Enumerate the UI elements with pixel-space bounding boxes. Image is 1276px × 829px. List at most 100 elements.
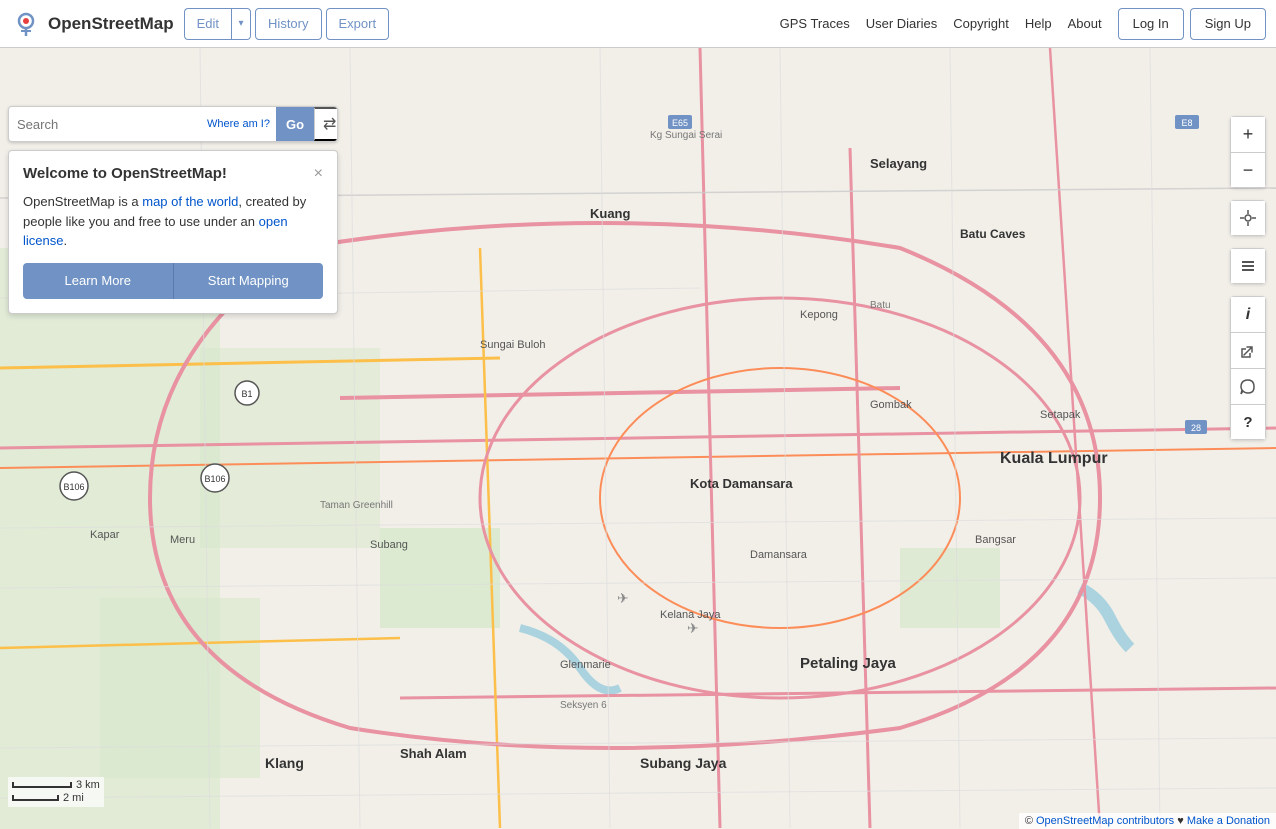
learn-more-button[interactable]: Learn More xyxy=(23,263,173,299)
search-input[interactable] xyxy=(9,107,201,141)
where-am-i-link[interactable]: Where am I? xyxy=(201,118,276,130)
start-mapping-button[interactable]: Start Mapping xyxy=(173,263,324,299)
attribution-separator: ♥ xyxy=(1177,815,1187,827)
scale-mi-label: 2 mi xyxy=(63,792,84,804)
svg-text:28: 28 xyxy=(1191,423,1201,433)
svg-text:Setapak: Setapak xyxy=(1040,409,1081,421)
gps-button[interactable] xyxy=(1230,200,1266,236)
gps-icon xyxy=(1239,209,1257,227)
gps-control xyxy=(1230,200,1266,236)
layers-button[interactable] xyxy=(1230,248,1266,284)
signup-button[interactable]: Sign Up xyxy=(1190,8,1266,40)
scale-mi-marker xyxy=(12,795,59,801)
svg-text:Kuang: Kuang xyxy=(590,206,631,221)
scale-km: 3 km xyxy=(12,779,100,791)
auth-buttons: Log In Sign Up xyxy=(1118,8,1266,40)
navbar: OpenStreetMap Edit ▾ History Export GPS … xyxy=(0,0,1276,48)
zoom-controls: + − xyxy=(1230,116,1266,188)
export-button[interactable]: Export xyxy=(326,8,390,40)
svg-text:Gombak: Gombak xyxy=(870,399,912,411)
welcome-title: Welcome to OpenStreetMap! xyxy=(23,165,227,182)
svg-text:B1: B1 xyxy=(241,389,252,399)
osm-contributors-link[interactable]: OpenStreetMap contributors xyxy=(1036,815,1174,827)
svg-text:Taman Greenhill: Taman Greenhill xyxy=(320,500,393,511)
donate-link[interactable]: Make a Donation xyxy=(1187,815,1270,827)
map-container[interactable]: Kuang Selayang Kuala Lumpur Kota Damansa… xyxy=(0,48,1276,829)
chevron-down-icon: ▾ xyxy=(239,18,244,29)
scale-km-label: 3 km xyxy=(76,779,100,791)
osm-logo-icon xyxy=(10,8,42,40)
svg-text:✈: ✈ xyxy=(687,620,699,636)
svg-text:✈: ✈ xyxy=(617,590,629,606)
edit-dropdown-button[interactable]: ▾ xyxy=(231,8,251,40)
share-button[interactable] xyxy=(1230,332,1266,368)
svg-text:E8: E8 xyxy=(1181,118,1192,128)
svg-text:Bangsar: Bangsar xyxy=(975,534,1016,546)
svg-text:Seksyen 6: Seksyen 6 xyxy=(560,700,607,711)
svg-text:Subang: Subang xyxy=(370,539,408,551)
svg-text:Meru: Meru xyxy=(170,534,195,546)
site-title: OpenStreetMap xyxy=(48,14,174,34)
note-icon xyxy=(1240,379,1256,395)
note-button[interactable] xyxy=(1230,368,1266,404)
svg-text:Shah Alam: Shah Alam xyxy=(400,746,467,761)
welcome-panel: Welcome to OpenStreetMap! × OpenStreetMa… xyxy=(8,150,338,314)
svg-text:Kuala Lumpur: Kuala Lumpur xyxy=(1000,450,1108,467)
edit-button[interactable]: Edit xyxy=(184,8,231,40)
go-button[interactable]: Go xyxy=(276,107,314,141)
svg-text:Glenmarie: Glenmarie xyxy=(560,659,611,671)
zoom-out-button[interactable]: − xyxy=(1230,152,1266,188)
attribution-bar: © OpenStreetMap contributors ♥ Make a Do… xyxy=(1019,813,1276,829)
welcome-close-button[interactable]: × xyxy=(314,166,323,182)
help-button[interactable]: ? xyxy=(1230,404,1266,440)
svg-text:Kota Damansara: Kota Damansara xyxy=(690,476,793,491)
nav-link-help[interactable]: Help xyxy=(1025,16,1052,31)
svg-text:Klang: Klang xyxy=(265,755,304,771)
scale-km-marker xyxy=(12,782,72,788)
welcome-header: Welcome to OpenStreetMap! × xyxy=(23,165,323,182)
nav-link-user-diaries[interactable]: User Diaries xyxy=(866,16,938,31)
welcome-map-link[interactable]: map of the world xyxy=(142,194,238,209)
svg-text:B106: B106 xyxy=(63,482,84,492)
nav-link-copyright[interactable]: Copyright xyxy=(953,16,1009,31)
nav-right: GPS Traces User Diaries Copyright Help A… xyxy=(780,8,1266,40)
directions-icon: ⇄ xyxy=(323,114,336,134)
directions-button[interactable]: ⇄ xyxy=(314,107,338,141)
welcome-buttons: Learn More Start Mapping xyxy=(23,263,323,299)
zoom-in-button[interactable]: + xyxy=(1230,116,1266,152)
svg-text:Petaling Jaya: Petaling Jaya xyxy=(800,655,897,672)
scale-mi: 2 mi xyxy=(12,792,100,804)
logo-area[interactable]: OpenStreetMap xyxy=(10,8,174,40)
edit-group: Edit ▾ History Export xyxy=(184,8,389,40)
svg-text:B106: B106 xyxy=(204,474,225,484)
nav-link-gps-traces[interactable]: GPS Traces xyxy=(780,16,850,31)
svg-text:Sungai Buloh: Sungai Buloh xyxy=(480,339,545,351)
help-icon: ? xyxy=(1243,414,1252,431)
misc-controls: i ? xyxy=(1230,296,1266,440)
share-icon xyxy=(1240,343,1256,359)
svg-text:Selayang: Selayang xyxy=(870,156,927,171)
svg-text:Kg Sungai Serai: Kg Sungai Serai xyxy=(650,130,722,141)
attribution-text: © xyxy=(1025,815,1036,827)
layers-icon xyxy=(1239,257,1257,275)
search-panel: Where am I? Go ⇄ xyxy=(8,106,338,142)
info-button[interactable]: i xyxy=(1230,296,1266,332)
svg-text:E65: E65 xyxy=(672,118,688,128)
svg-text:Damansara: Damansara xyxy=(750,549,808,561)
nav-link-about[interactable]: About xyxy=(1068,16,1102,31)
welcome-text: OpenStreetMap is a map of the world, cre… xyxy=(23,192,323,251)
login-button[interactable]: Log In xyxy=(1118,8,1184,40)
welcome-end-text: . xyxy=(63,233,67,248)
map-controls: + − xyxy=(1230,116,1266,440)
search-bar: Where am I? Go ⇄ xyxy=(8,106,338,142)
scale-bar: 3 km 2 mi xyxy=(8,777,104,807)
svg-text:Subang Jaya: Subang Jaya xyxy=(640,755,727,771)
svg-text:Batu Caves: Batu Caves xyxy=(960,227,1026,241)
svg-text:Kepong: Kepong xyxy=(800,309,838,321)
svg-text:Batu: Batu xyxy=(870,300,891,311)
welcome-intro-text: OpenStreetMap is a xyxy=(23,194,142,209)
layer-controls xyxy=(1230,248,1266,284)
svg-text:Kapar: Kapar xyxy=(90,529,120,541)
info-icon: i xyxy=(1246,306,1250,324)
history-button[interactable]: History xyxy=(255,8,321,40)
